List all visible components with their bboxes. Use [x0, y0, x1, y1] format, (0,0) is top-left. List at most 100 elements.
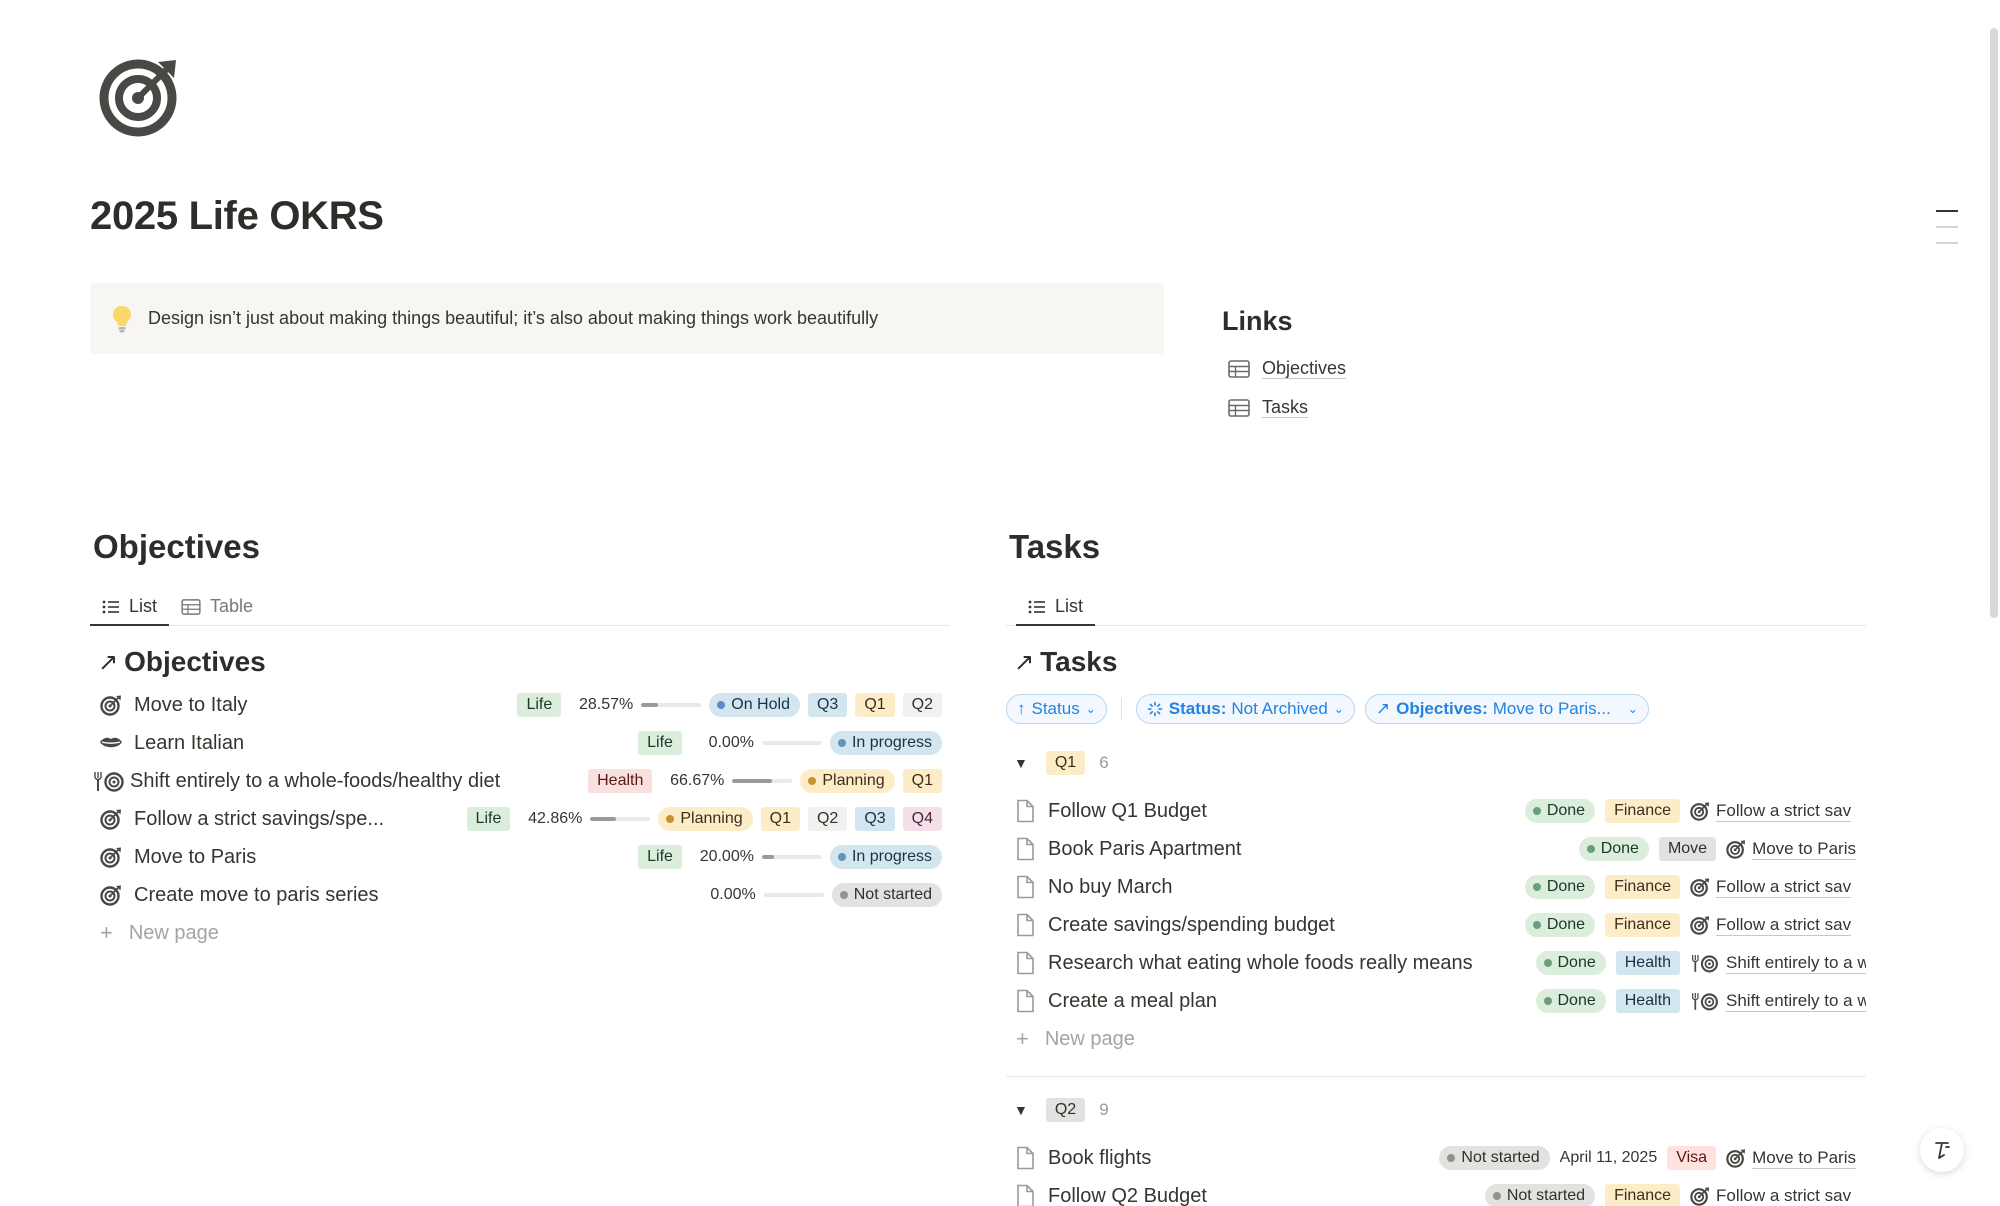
- table-of-contents-indicator[interactable]: [1936, 210, 1960, 258]
- objective-relation[interactable]: Follow a strict sav: [1690, 1186, 1866, 1206]
- chip-label: Status: [1031, 699, 1080, 718]
- objective-name: Create move to paris series: [134, 883, 379, 906]
- category-tag: Finance: [1605, 1184, 1680, 1206]
- objective-name: Shift entirely to a whole-foods/healthy …: [130, 769, 501, 792]
- links-heading: Links: [1222, 306, 1293, 336]
- task-name: Research what eating whole foods really …: [1048, 951, 1473, 974]
- tab-table[interactable]: Table: [169, 588, 265, 625]
- tasks-view-tabs: List: [1006, 588, 1866, 626]
- chip-value: Move to Paris...: [1492, 699, 1611, 718]
- link-tasks[interactable]: Tasks: [1222, 388, 1622, 427]
- list-item[interactable]: Learn Italian Life 0.00% In progress: [90, 724, 950, 762]
- triangle-down-icon: ▼: [1014, 755, 1028, 771]
- task-name: Follow Q1 Budget: [1048, 799, 1207, 822]
- new-page-button[interactable]: + New page: [1016, 1020, 1866, 1058]
- category-tag: Move: [1658, 837, 1717, 861]
- database-title-text: Tasks: [1040, 646, 1118, 677]
- table-row[interactable]: Book Paris Apartment Done Move Move to P…: [1006, 830, 1866, 868]
- group-header-q2[interactable]: ▼ Q2 9: [1006, 1093, 1866, 1127]
- tab-list[interactable]: List: [1016, 588, 1096, 626]
- progress-percent: 42.86%: [528, 810, 583, 827]
- list-item[interactable]: Shift entirely to a whole-foods/healthy …: [90, 762, 950, 800]
- objective-relation[interactable]: Move to Paris: [1726, 839, 1856, 860]
- status-badge: Done: [1524, 875, 1596, 899]
- progress-percent: 0.00%: [708, 734, 754, 751]
- status-badge: In progress: [829, 845, 942, 869]
- table-row[interactable]: Research what eating whole foods really …: [1006, 944, 1866, 982]
- list-item[interactable]: Create move to paris series 0.00% Not st…: [90, 876, 950, 914]
- document-icon: [1017, 799, 1034, 823]
- objectives-heading: Objectives: [93, 528, 260, 565]
- list-item[interactable]: Move to Italy Life 28.57% On Hold Q3 Q1 …: [90, 686, 950, 724]
- progress-bar-fill: [590, 817, 617, 821]
- tab-label: List: [129, 596, 158, 616]
- new-page-button[interactable]: + New page: [100, 914, 950, 952]
- chevron-down-icon: ⌄: [1627, 702, 1638, 716]
- category-tag: Health: [1615, 989, 1680, 1013]
- document-icon: [1017, 837, 1034, 861]
- link-objectives[interactable]: Objectives: [1222, 349, 1622, 388]
- group-count: 9: [1099, 1100, 1109, 1119]
- status-badge: In progress: [829, 731, 942, 755]
- help-ai-button[interactable]: [1920, 1128, 1964, 1172]
- table-row[interactable]: Follow Q1 Budget Done Finance Follow a s…: [1006, 792, 1866, 830]
- list-item[interactable]: Follow a strict savings/spe... Life 42.8…: [90, 800, 950, 838]
- objectives-database-title[interactable]: ↗ Objectives: [90, 644, 950, 680]
- category-tag: Visa: [1667, 1146, 1717, 1170]
- category-tag: Finance: [1605, 799, 1680, 823]
- progress-bar: [763, 893, 824, 897]
- progress-percent: 20.00%: [699, 848, 754, 865]
- objective-relation[interactable]: Follow a strict sav: [1690, 801, 1866, 822]
- callout-text: Design isn’t just about making things be…: [148, 308, 879, 328]
- table-row[interactable]: Create a meal plan Done Health Shift ent…: [1006, 982, 1866, 1020]
- group-header-q1[interactable]: ▼ Q1 6: [1006, 746, 1866, 780]
- document-icon: [1017, 989, 1034, 1013]
- table-row[interactable]: Create savings/spending budget Done Fina…: [1006, 906, 1866, 944]
- objective-relation[interactable]: Follow a strict sav: [1690, 877, 1866, 898]
- objective-relation[interactable]: Shift entirely to a w: [1690, 953, 1866, 974]
- document-icon: [1017, 1184, 1034, 1206]
- list-item[interactable]: Move to Paris Life 20.00% In progress: [90, 838, 950, 876]
- task-name: Create savings/spending budget: [1048, 913, 1335, 936]
- chip-prefix: Objectives:: [1396, 699, 1488, 718]
- task-list-q1: Follow Q1 Budget Done Finance Follow a s…: [1006, 792, 1866, 1058]
- arrow-up-right-icon: ↗: [1375, 699, 1391, 718]
- callout-block[interactable]: Design isn’t just about making things be…: [90, 283, 1164, 354]
- status-badge: Not started: [831, 883, 942, 907]
- divider: [1120, 698, 1122, 720]
- objective-name: Follow a strict savings/spe...: [134, 807, 385, 830]
- sort-status-chip[interactable]: ↑ Status ⌄: [1006, 694, 1107, 724]
- quarter-tag: Q4: [902, 807, 942, 831]
- link-label: Tasks: [1262, 397, 1309, 418]
- target-icon: [1690, 915, 1710, 935]
- tasks-database-title[interactable]: ↗ Tasks: [1006, 644, 1866, 680]
- status-filter-chip[interactable]: Status: Not Archived ⌄: [1135, 694, 1355, 724]
- category-tag: Finance: [1605, 875, 1680, 899]
- progress-bar: [761, 855, 822, 859]
- tab-list[interactable]: List: [90, 588, 170, 626]
- objectives-filter-chip[interactable]: ↗ Objectives: Move to Paris... ⌄: [1364, 694, 1649, 724]
- objective-relation[interactable]: Follow a strict sav: [1690, 915, 1866, 936]
- quarter-tag: Q1: [855, 693, 895, 717]
- status-badge: Planning: [800, 769, 895, 793]
- target-icon: [1690, 1186, 1710, 1206]
- page-title: 2025 Life OKRS: [90, 194, 384, 238]
- objective-relation[interactable]: Shift entirely to a w: [1690, 991, 1866, 1012]
- document-icon: [1017, 951, 1034, 975]
- links-block: Links Objectives Tasks: [1222, 306, 1622, 427]
- target-icon: [98, 844, 124, 870]
- table-row[interactable]: Follow Q2 Budget Not started Finance Fol…: [1006, 1177, 1866, 1206]
- due-date: April 11, 2025: [1559, 1149, 1658, 1166]
- target-icon: [1690, 877, 1710, 897]
- progress-bar-fill: [641, 703, 659, 707]
- category-tag: Finance: [1605, 913, 1680, 937]
- chip-prefix: Status:: [1168, 699, 1227, 718]
- table-row[interactable]: Book flights Not started April 11, 2025 …: [1006, 1139, 1866, 1177]
- table-row[interactable]: No buy March Done Finance Follow a stric…: [1006, 868, 1866, 906]
- objectives-list: Move to Italy Life 28.57% On Hold Q3 Q1 …: [90, 686, 950, 952]
- objective-relation[interactable]: Move to Paris: [1726, 1148, 1856, 1169]
- scrollbar[interactable]: [1990, 28, 1998, 618]
- page-icon-target[interactable]: [98, 52, 184, 138]
- area-tag: Life: [638, 845, 682, 869]
- status-badge: Done: [1524, 913, 1596, 937]
